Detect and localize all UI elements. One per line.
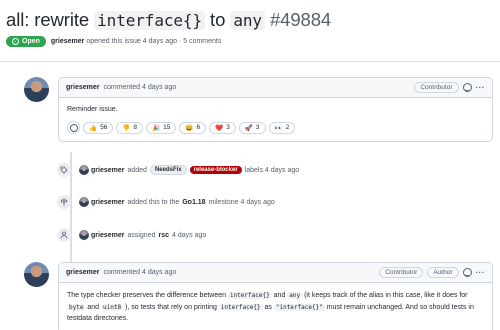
more-options-icon[interactable]: ··· [476, 268, 486, 277]
reaction-heart[interactable]: ❤️ 3 [209, 121, 236, 134]
reactions-bar: 👍 56 👎 8 🎉 15 😄 6 ❤️ 3 🚀 3 👀 2 [67, 121, 484, 134]
author-badge: Author [427, 267, 459, 278]
tag-icon [57, 163, 71, 177]
reaction-count: 3 [226, 124, 230, 131]
event-text: added [127, 166, 147, 174]
event-actor-link[interactable]: griesemer [91, 232, 124, 239]
role-badge: Contributor [379, 267, 424, 278]
event-actor-link[interactable]: griesemer [91, 199, 124, 206]
comment-text: Reminder issue. [67, 106, 118, 113]
avatar[interactable] [79, 165, 89, 175]
inline-code: uint8 [101, 303, 124, 311]
label-needsfix[interactable]: NeedsFix [149, 165, 187, 175]
title-code-any: any [230, 11, 265, 30]
laugh-icon: 😄 [185, 124, 194, 132]
inline-code: any [287, 292, 303, 299]
comment-timestamp[interactable]: commented 4 days ago [103, 269, 176, 276]
add-reaction-icon[interactable] [462, 268, 472, 277]
add-reaction-button[interactable] [67, 121, 80, 134]
meta-description: opened this issue 4 days ago · 5 comment… [86, 38, 222, 45]
thumbs-down-icon: 👎 [122, 124, 131, 132]
comment-header-actions: Contributor Author ··· [379, 267, 485, 278]
comment-text: and [271, 292, 288, 299]
avatar[interactable] [24, 262, 49, 287]
issue-meta: Open griesemer opened this issue 4 days … [6, 36, 221, 47]
comment-header-actions: Contributor ··· [414, 82, 485, 93]
comment-2: griesemer commented 4 days ago Contribut… [58, 262, 493, 330]
inline-code: interface{} [227, 292, 272, 299]
reaction-thumbs-down[interactable]: 👎 8 [116, 121, 144, 134]
heart-icon: ❤️ [215, 124, 224, 132]
comment-text: ), so tests that rely on printing [123, 303, 219, 311]
add-reaction-icon[interactable] [462, 83, 472, 92]
event-suffix: 4 days ago [172, 231, 207, 239]
timeline-event-labels: griesemer added NeedsFix release-blocker… [57, 163, 302, 177]
reaction-count: 15 [163, 124, 171, 131]
comment-text: The type checker preserves the differenc… [67, 292, 228, 299]
inline-code: "interface{}" [273, 303, 325, 311]
comment-text: as [262, 303, 274, 311]
smiley-icon [69, 123, 78, 132]
comment-header: griesemer commented 4 days ago Contribut… [59, 263, 492, 283]
issue-number: #49884 [269, 9, 332, 30]
comment-author-link[interactable]: griesemer [66, 269, 99, 276]
event-actor-link[interactable]: griesemer [91, 167, 124, 174]
title-code-interface: interface{} [94, 11, 206, 30]
event-suffix: labels 4 days ago [244, 166, 300, 174]
comment-body: Reminder issue. 👍 56 👎 8 🎉 15 😄 6 ❤️ 3 🚀 3 👀 2 [59, 98, 492, 141]
reaction-rocket[interactable]: 🚀 3 [238, 121, 266, 134]
rocket-icon: 🚀 [244, 124, 253, 132]
role-badge: Contributor [414, 82, 459, 93]
divider [0, 61, 500, 62]
reaction-eyes[interactable]: 👀 2 [268, 121, 296, 134]
reaction-count: 56 [100, 124, 108, 131]
inline-code: byte [67, 303, 86, 311]
reaction-thumbs-up[interactable]: 👍 56 [83, 121, 114, 134]
status-badge: Open [6, 36, 46, 47]
person-icon [57, 228, 71, 242]
avatar[interactable] [79, 197, 89, 207]
assignee-link[interactable]: rsc [159, 232, 170, 239]
reaction-count: 2 [285, 124, 290, 131]
reaction-count: 8 [133, 124, 138, 131]
comment-author-link[interactable]: griesemer [66, 84, 99, 91]
milestone-icon [57, 195, 71, 209]
status-label: Open [22, 38, 40, 45]
issue-title: all: rewrite interface{} to any #49884 [6, 9, 331, 31]
title-prefix: all: rewrite [6, 9, 95, 30]
inline-code: interface{} [218, 303, 263, 311]
comment-text: (it keeps track of the alias in this cas… [302, 292, 468, 299]
event-text: added this to the [127, 198, 180, 206]
tada-icon: 🎉 [152, 124, 161, 132]
timeline-event-milestone: griesemer added this to the Go1.18 miles… [57, 195, 278, 209]
meta-author-link[interactable]: griesemer [51, 38, 84, 45]
reaction-count: 3 [255, 124, 260, 131]
avatar[interactable] [24, 77, 49, 102]
comment-body: The type checker preserves the differenc… [59, 283, 492, 330]
meta-text: griesemer opened this issue 4 days ago ·… [51, 38, 221, 45]
milestone-link[interactable]: Go1.18 [182, 199, 205, 206]
title-mid: to [205, 9, 231, 30]
reaction-laugh[interactable]: 😄 6 [179, 121, 207, 134]
timeline-event-assign: griesemer assigned rsc 4 days ago [57, 228, 209, 242]
eyes-icon: 👀 [274, 124, 283, 132]
issue-open-icon [12, 38, 19, 45]
event-suffix: milestone 4 days ago [208, 198, 275, 206]
thumbs-up-icon: 👍 [89, 124, 98, 132]
comment-header: griesemer commented 4 days ago Contribut… [59, 78, 492, 98]
more-options-icon[interactable]: ··· [476, 83, 486, 92]
label-release-blocker[interactable]: release-blocker [189, 166, 242, 174]
avatar[interactable] [79, 230, 89, 240]
comment-1: griesemer commented 4 days ago Contribut… [58, 77, 493, 142]
event-text: assigned [127, 231, 156, 239]
reaction-count: 6 [196, 124, 201, 131]
comment-timestamp[interactable]: commented 4 days ago [103, 84, 176, 91]
comment-text: and [85, 303, 102, 311]
reaction-hooray[interactable]: 🎉 15 [146, 121, 177, 134]
